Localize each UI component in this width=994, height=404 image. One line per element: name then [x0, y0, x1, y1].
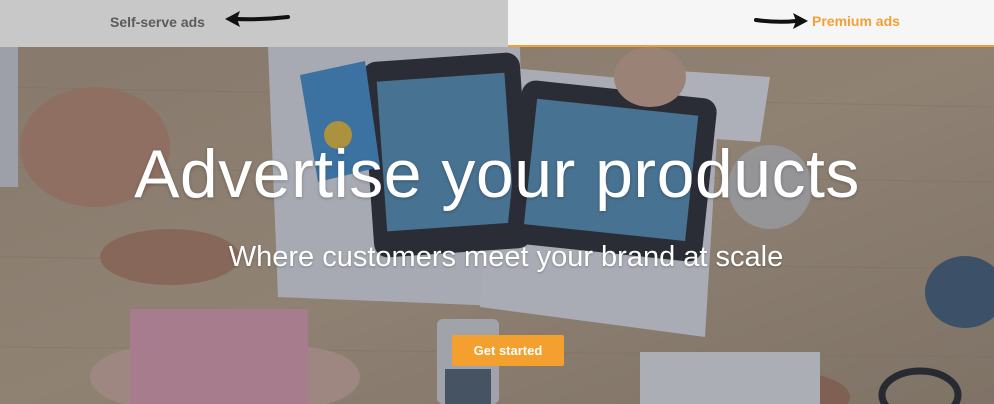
tab-premium-ads[interactable]: Premium ads: [508, 0, 994, 47]
tab-self-serve-label: Self-serve ads: [110, 14, 205, 30]
arrow-left-icon: [225, 11, 290, 27]
tab-self-serve-ads[interactable]: Self-serve ads: [0, 0, 508, 47]
get-started-button[interactable]: Get started: [452, 335, 564, 366]
arrow-right-icon: [754, 13, 808, 29]
hero-title: Advertise your products: [134, 136, 860, 212]
hero-banner: Advertise your products Where customers …: [0, 47, 994, 404]
tab-premium-label: Premium ads: [812, 13, 900, 29]
hero-subtitle: Where customers meet your brand at scale: [228, 241, 784, 273]
ad-type-tabs: Self-serve ads Premium ads: [0, 0, 994, 47]
